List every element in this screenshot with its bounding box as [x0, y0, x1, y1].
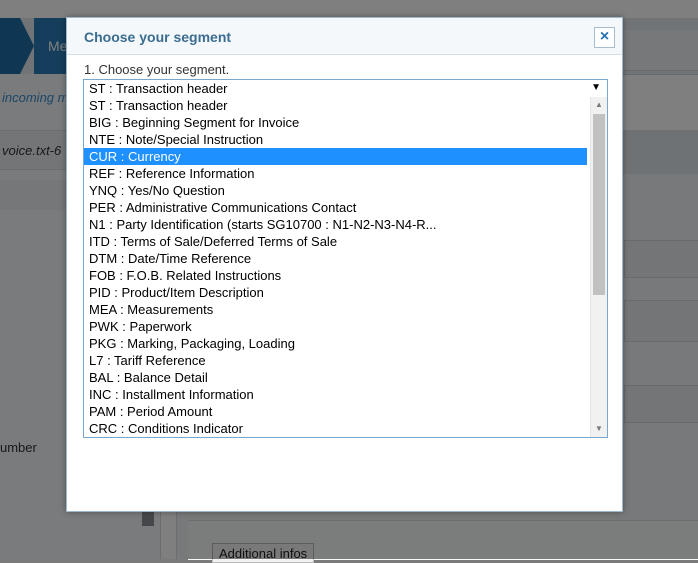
- segment-options-list[interactable]: ST : Transaction header BIG : Beginning …: [83, 97, 608, 438]
- segment-option-big[interactable]: BIG : Beginning Segment for Invoice: [84, 114, 587, 131]
- segment-option-l7[interactable]: L7 : Tariff Reference: [84, 352, 587, 369]
- segment-option-pam[interactable]: PAM : Period Amount: [84, 403, 587, 420]
- segment-option-st[interactable]: ST : Transaction header: [84, 97, 587, 114]
- segment-option-pkg[interactable]: PKG : Marking, Packaging, Loading: [84, 335, 587, 352]
- segment-option-cur[interactable]: CUR : Currency: [84, 148, 587, 165]
- segment-option-fob[interactable]: FOB : F.O.B. Related Instructions: [84, 267, 587, 284]
- segment-select-value: ST : Transaction header: [89, 81, 228, 96]
- segment-option-per[interactable]: PER : Administrative Communications Cont…: [84, 199, 587, 216]
- segment-option-itd[interactable]: ITD : Terms of Sale/Deferred Terms of Sa…: [84, 233, 587, 250]
- scroll-thumb[interactable]: [593, 114, 605, 295]
- choose-segment-dialog: Choose your segment × 1. Choose your seg…: [66, 17, 623, 512]
- segment-option-mea[interactable]: MEA : Measurements: [84, 301, 587, 318]
- segment-option-nte[interactable]: NTE : Note/Special Instruction: [84, 131, 587, 148]
- close-icon: ×: [599, 28, 610, 45]
- list-scrollbar[interactable]: ▲ ▼: [590, 97, 607, 437]
- segment-option-n1[interactable]: N1 : Party Identification (starts SG1070…: [84, 216, 587, 233]
- segment-option-bal[interactable]: BAL : Balance Detail: [84, 369, 587, 386]
- scroll-down-icon[interactable]: ▼: [591, 421, 607, 437]
- segment-option-pwk[interactable]: PWK : Paperwork: [84, 318, 587, 335]
- segment-option-pid[interactable]: PID : Product/Item Description: [84, 284, 587, 301]
- segment-option-ynq[interactable]: YNQ : Yes/No Question: [84, 182, 587, 199]
- segment-select[interactable]: ST : Transaction header ▼: [83, 79, 608, 98]
- close-button[interactable]: ×: [594, 27, 615, 48]
- segment-option-ref[interactable]: REF : Reference Information: [84, 165, 587, 182]
- segment-option-dtm[interactable]: DTM : Date/Time Reference: [84, 250, 587, 267]
- segment-option-crc[interactable]: CRC : Conditions Indicator: [84, 420, 587, 437]
- dialog-title: Choose your segment: [84, 29, 232, 45]
- scroll-up-icon[interactable]: ▲: [591, 97, 607, 113]
- chevron-down-icon: ▼: [591, 82, 601, 93]
- segment-option-inc[interactable]: INC : Installment Information: [84, 386, 587, 403]
- segment-field-label: 1. Choose your segment.: [84, 62, 230, 77]
- dialog-header: Choose your segment ×: [67, 18, 622, 55]
